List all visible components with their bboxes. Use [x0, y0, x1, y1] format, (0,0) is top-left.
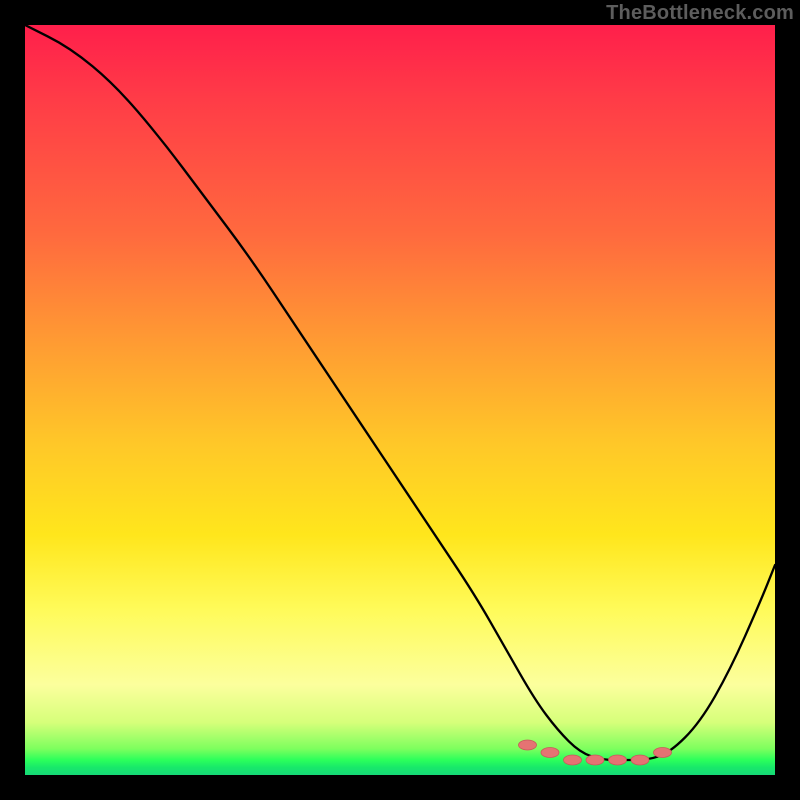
marker-group — [519, 740, 672, 765]
curve-marker — [519, 740, 537, 750]
curve-marker — [609, 755, 627, 765]
curve-marker — [631, 755, 649, 765]
curve-marker — [586, 755, 604, 765]
gradient-panel — [25, 25, 775, 775]
curve-marker — [564, 755, 582, 765]
curve-marker — [654, 748, 672, 758]
curve-marker — [541, 748, 559, 758]
bottleneck-curve — [25, 25, 775, 760]
watermark-text: TheBottleneck.com — [606, 2, 794, 25]
curve-svg — [25, 25, 775, 775]
chart-stage: TheBottleneck.com — [0, 0, 800, 800]
